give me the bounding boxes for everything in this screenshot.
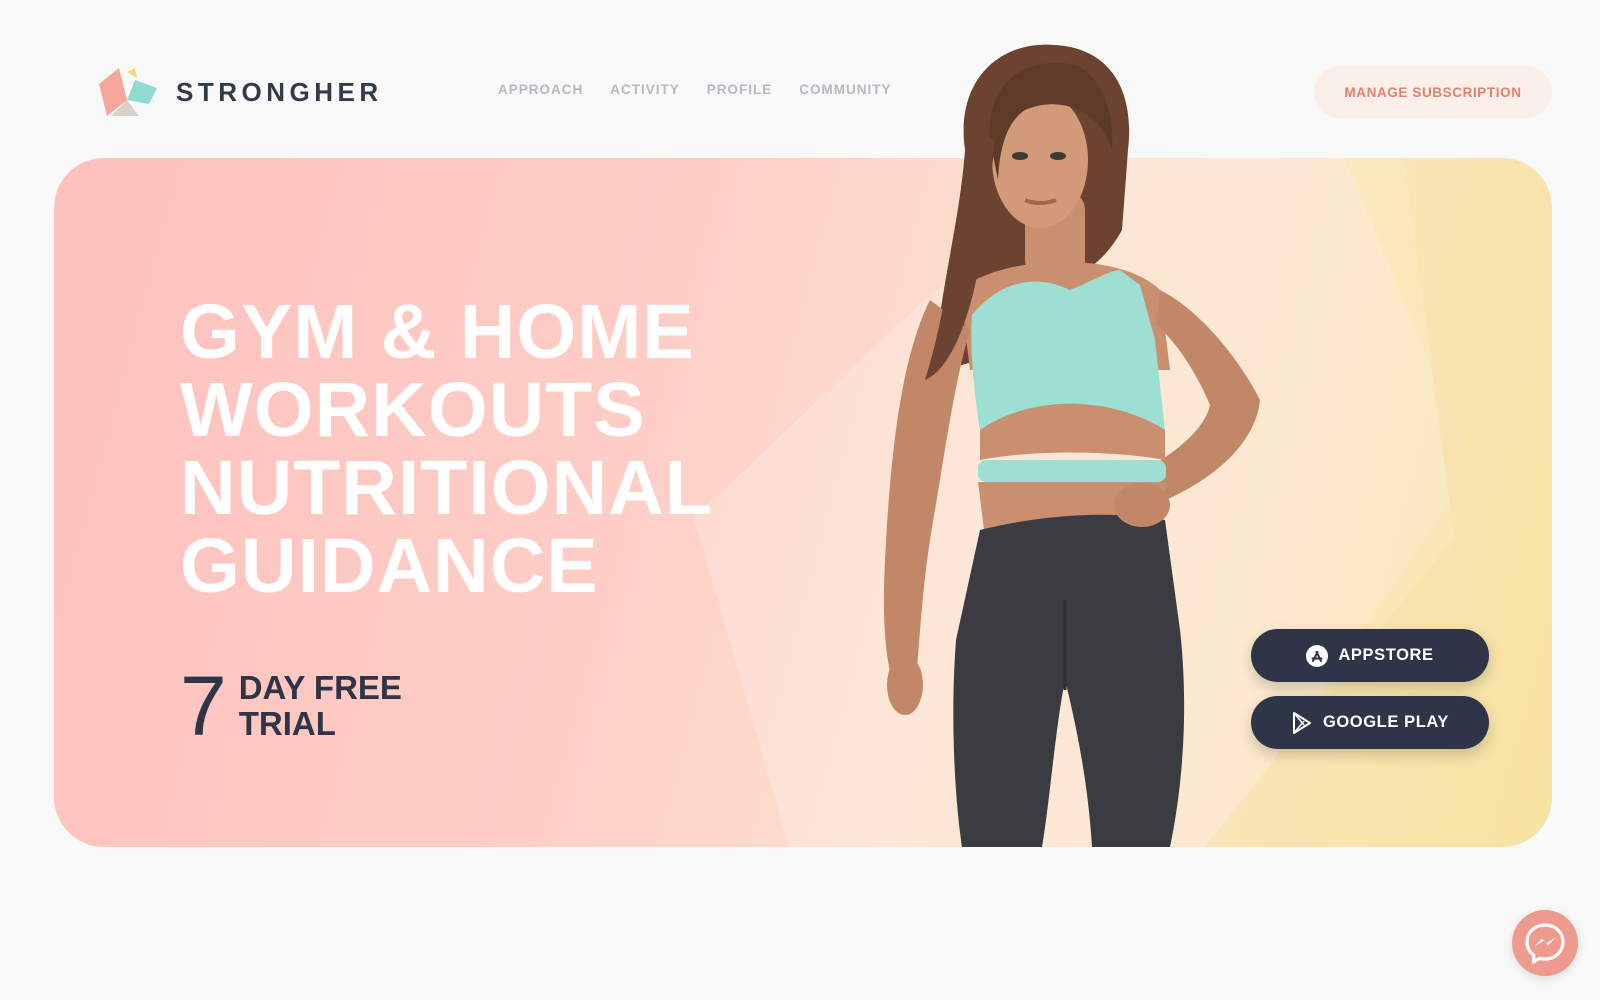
brand-logo[interactable]: STRONGHER: [97, 66, 383, 118]
headline-line-1: GYM & HOME: [180, 289, 695, 375]
brand-name: STRONGHER: [176, 76, 383, 107]
nav-activity[interactable]: ACTIVITY: [610, 82, 680, 97]
hero-model-image: [883, 44, 1260, 847]
nav-approach[interactable]: APPROACH: [498, 82, 583, 97]
free-trial-label: 7 DAY FREE TRIAL: [180, 659, 402, 753]
main-nav: APPROACH ACTIVITY PROFILE COMMUNITY: [498, 82, 892, 97]
google-play-button[interactable]: GOOGLE PLAY: [1251, 696, 1489, 749]
hero-headline: GYM & HOME WORKOUTS NUTRITIONAL GUIDANCE: [180, 293, 713, 605]
trial-line-2: TRIAL: [238, 705, 336, 742]
messenger-chat-button[interactable]: [1512, 910, 1578, 976]
headline-line-2: WORKOUTS: [180, 367, 646, 453]
google-play-label: GOOGLE PLAY: [1322, 713, 1450, 731]
trial-days-number: 7: [180, 659, 227, 753]
logo-icon: [99, 68, 157, 116]
headline-line-3: NUTRITIONAL: [180, 445, 713, 531]
messenger-icon: [1525, 923, 1565, 965]
nav-profile[interactable]: PROFILE: [707, 82, 773, 97]
appstore-button[interactable]: APPSTORE: [1251, 629, 1489, 682]
headline-line-4: GUIDANCE: [180, 523, 599, 609]
app-store-icon: [1306, 644, 1329, 667]
trial-line-1: DAY FREE: [238, 669, 402, 706]
google-play-icon: [1291, 711, 1313, 734]
manage-subscription-button[interactable]: MANAGE SUBSCRIPTION: [1314, 66, 1552, 118]
trial-text: DAY FREE TRIAL: [239, 670, 402, 742]
appstore-label: APPSTORE: [1338, 646, 1434, 664]
